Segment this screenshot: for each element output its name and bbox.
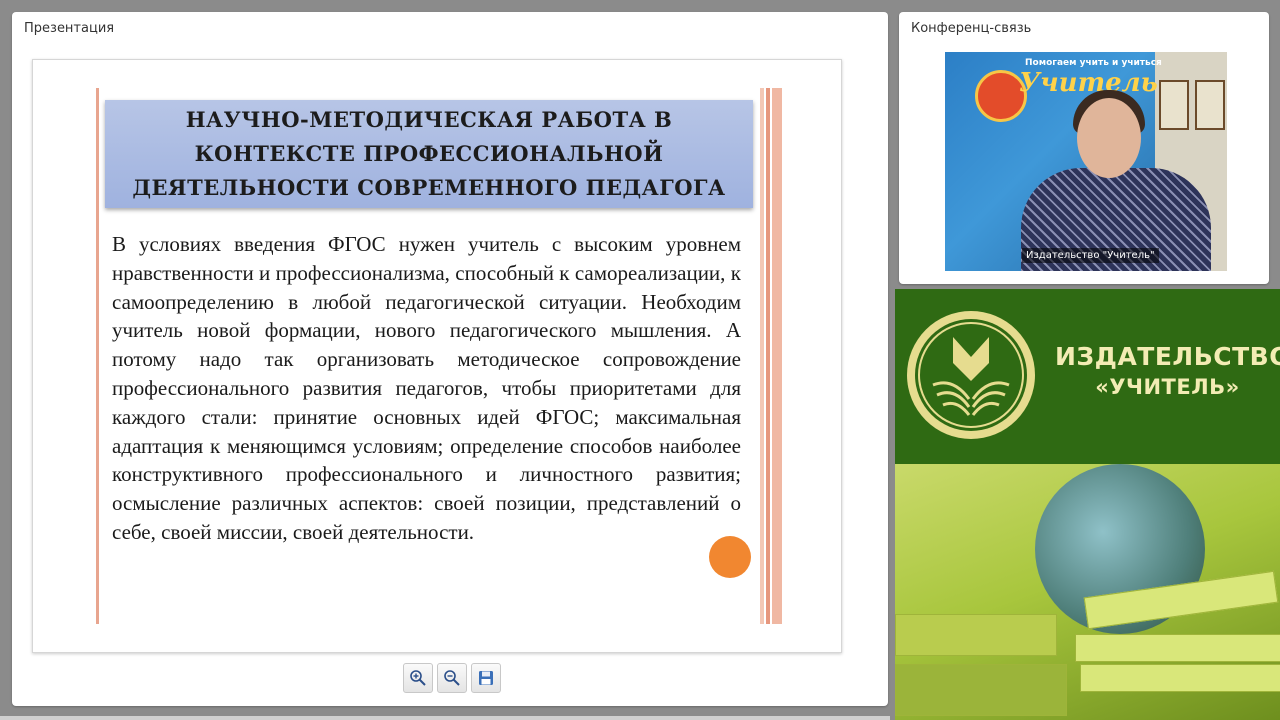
publisher-banner-text: ИЗДАТЕЛЬСТВО «УЧИТЕЛЬ» <box>1055 341 1280 403</box>
publisher-banner-line2: «УЧИТЕЛЬ» <box>1095 375 1240 399</box>
zoom-in-button[interactable] <box>403 663 433 693</box>
bottom-scroll-bar <box>0 716 890 720</box>
book-shape-4 <box>895 614 1057 656</box>
video-feed[interactable]: Помогаем учить и учиться Учитель Издател… <box>945 52 1227 271</box>
presentation-toolbar <box>403 663 501 693</box>
book-shape-3 <box>1080 664 1280 692</box>
zoom-in-icon <box>410 670 426 686</box>
zoom-out-icon <box>444 670 460 686</box>
book-shape-2 <box>1075 634 1280 662</box>
wall-certificate-1 <box>1159 80 1189 130</box>
video-banner-tagline: Помогаем учить и учиться <box>1025 58 1162 68</box>
presentation-slide: Научно-методическая работа в контексте п… <box>32 59 842 653</box>
conference-panel-title: Конференц-связь <box>911 21 1032 36</box>
publisher-banner: ИЗДАТЕЛЬСТВО «УЧИТЕЛЬ» <box>895 289 1280 464</box>
pointer-dot <box>709 536 751 578</box>
publisher-emblem-icon <box>907 311 1035 439</box>
video-banner-brand: Учитель <box>1019 68 1158 98</box>
slide-right-decoration <box>760 88 782 624</box>
book-shape-5 <box>895 664 1067 716</box>
presentation-panel-title: Презентация <box>24 21 115 36</box>
slide-title-box: Научно-методическая работа в контексте п… <box>105 100 753 208</box>
conference-panel: Конференц-связь Помогаем учить и учиться… <box>899 12 1269 284</box>
zoom-out-button[interactable] <box>437 663 467 693</box>
slide-body-text: В условиях введения ФГОС нужен учитель с… <box>112 232 741 544</box>
slide-left-decoration <box>96 88 99 624</box>
slide-title: Научно-методическая работа в контексте п… <box>132 107 726 200</box>
floppy-disk-icon <box>479 671 493 685</box>
wall-certificate-2 <box>1195 80 1225 130</box>
video-caption: Издательство "Учитель" <box>1022 248 1159 263</box>
speaker-head <box>1077 98 1141 178</box>
save-button[interactable] <box>471 663 501 693</box>
publisher-banner-line1: ИЗДАТЕЛЬСТВО <box>1055 342 1280 371</box>
books-globe-image <box>895 464 1280 720</box>
presentation-panel: Презентация Научно-методическая работа в… <box>12 12 888 706</box>
